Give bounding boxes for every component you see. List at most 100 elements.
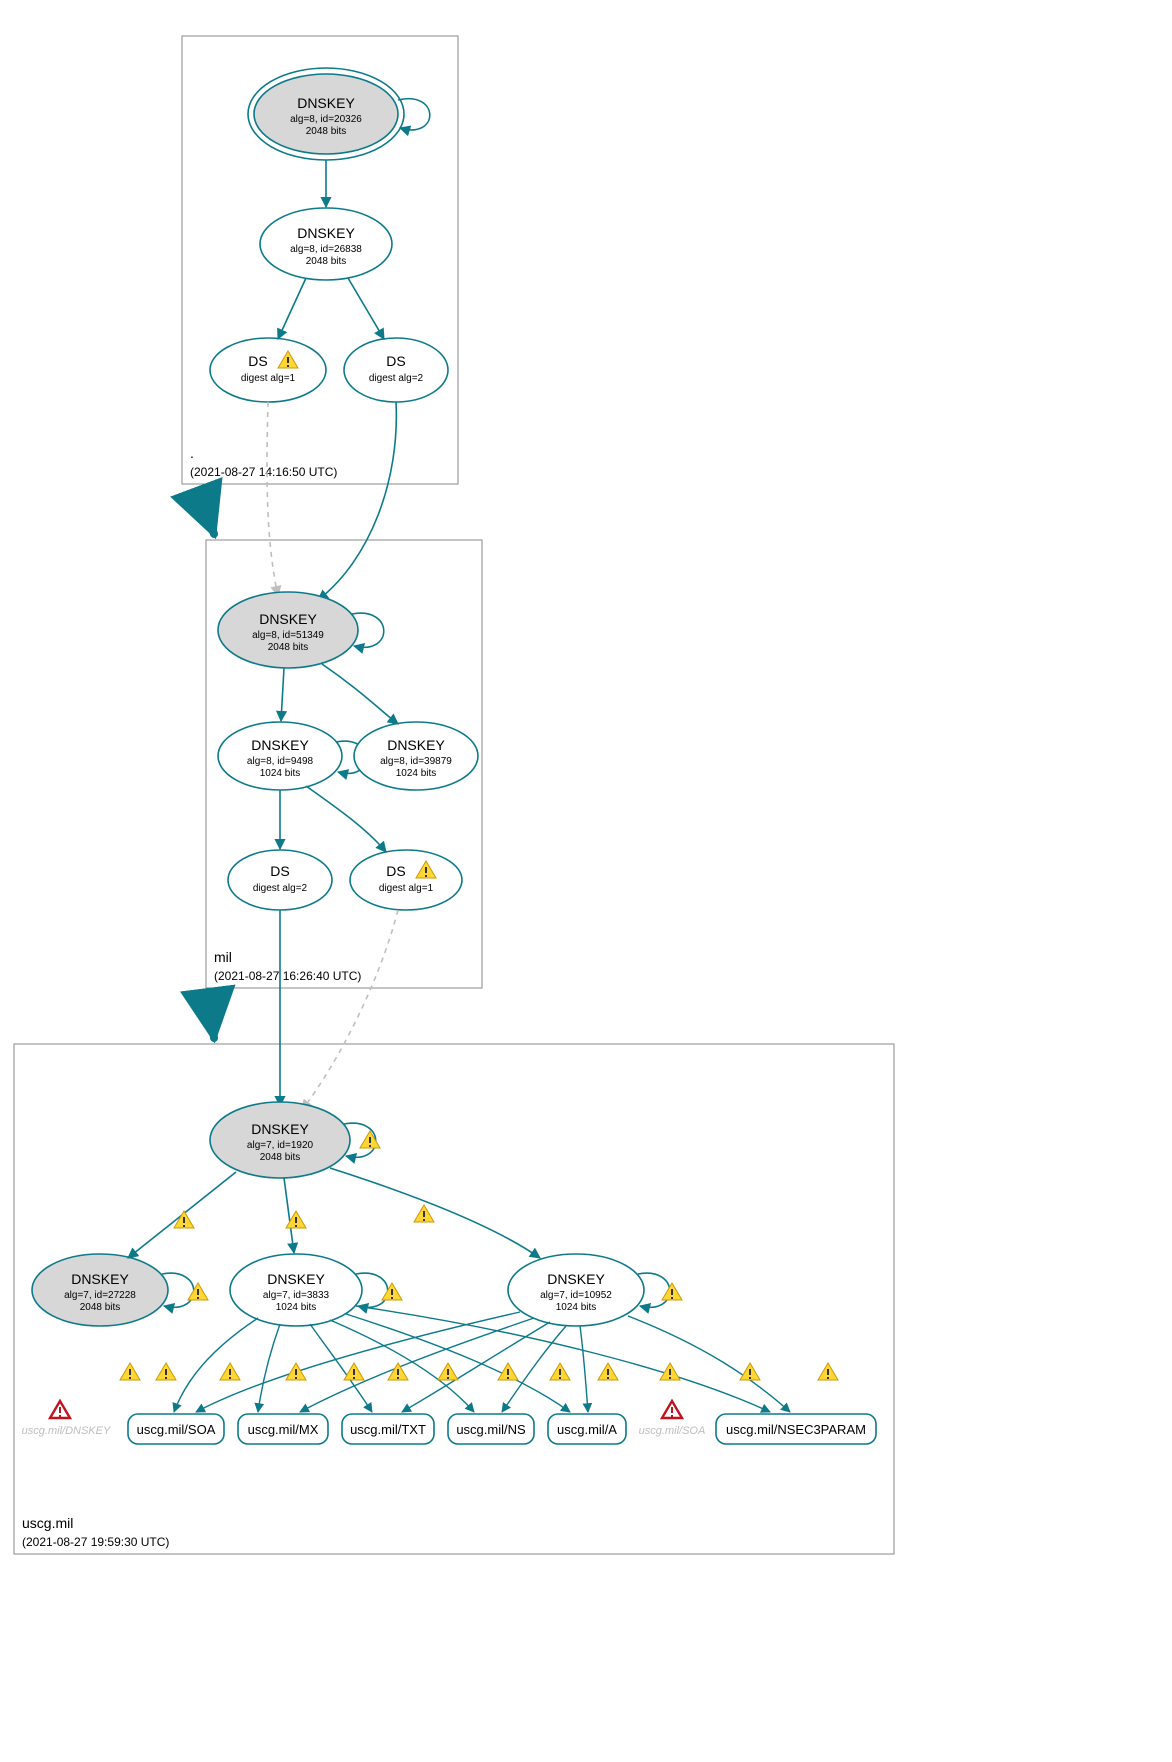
- label: digest alg=1: [241, 373, 296, 384]
- node-root-ksk[interactable]: DNSKEY alg=8, id=20326 2048 bits: [248, 68, 404, 160]
- label: alg=8, id=20326: [290, 114, 362, 125]
- node-mil-ds2[interactable]: DS digest alg=2: [228, 850, 332, 910]
- zone-label-uscg: uscg.mil: [22, 1515, 73, 1531]
- label: 2048 bits: [306, 256, 347, 267]
- label: DNSKEY: [251, 1121, 309, 1137]
- edge: [628, 1316, 790, 1412]
- node-uscg-k2[interactable]: DNSKEY alg=7, id=27228 2048 bits: [32, 1254, 168, 1326]
- label: digest alg=2: [369, 373, 424, 384]
- warning-icon: [818, 1363, 838, 1380]
- node-uscg-z1[interactable]: DNSKEY alg=7, id=3833 1024 bits: [230, 1254, 362, 1326]
- warning-icon: [382, 1283, 402, 1300]
- label: 1024 bits: [260, 768, 301, 779]
- warning-icon: [438, 1363, 458, 1380]
- label: DNSKEY: [297, 225, 355, 241]
- rr-ns[interactable]: uscg.mil/NS: [448, 1414, 534, 1444]
- edge: [322, 664, 398, 724]
- label: uscg.mil/TXT: [350, 1422, 426, 1437]
- label: uscg.mil/SOA: [137, 1422, 216, 1437]
- label: 1024 bits: [396, 768, 437, 779]
- label: uscg.mil/A: [557, 1422, 617, 1437]
- edge-dashed: [302, 910, 398, 1110]
- node-mil-ds1[interactable]: DS digest alg=1: [350, 850, 462, 910]
- node-uscg-z2[interactable]: DNSKEY alg=7, id=10952 1024 bits: [508, 1254, 644, 1326]
- label: 2048 bits: [268, 642, 309, 653]
- node-root-zsk[interactable]: DNSKEY alg=8, id=26838 2048 bits: [260, 208, 392, 280]
- label: 1024 bits: [556, 1302, 597, 1313]
- node-mil-ksk[interactable]: DNSKEY alg=8, id=51349 2048 bits: [218, 592, 358, 668]
- warning-icon: [286, 1363, 306, 1380]
- label: 2048 bits: [80, 1302, 121, 1313]
- error-icon: [50, 1401, 70, 1418]
- label: DNSKEY: [259, 611, 317, 627]
- edge: [318, 402, 396, 600]
- label: DS: [270, 863, 289, 879]
- rr-nsec3[interactable]: uscg.mil/NSEC3PARAM: [716, 1414, 876, 1444]
- label: DS: [248, 353, 267, 369]
- warning-icon: [388, 1363, 408, 1380]
- label: DNSKEY: [387, 737, 445, 753]
- error-icon: [662, 1401, 682, 1418]
- warning-icon: [156, 1363, 176, 1380]
- warning-icon: [740, 1363, 760, 1380]
- label: uscg.mil/NSEC3PARAM: [726, 1422, 866, 1437]
- label: alg=7, id=1920: [247, 1140, 314, 1151]
- warning-icon: [188, 1283, 208, 1300]
- node-mil-zsk1[interactable]: DNSKEY alg=8, id=9498 1024 bits: [218, 722, 342, 790]
- node-root-ds1[interactable]: DS digest alg=1: [210, 338, 326, 402]
- label: alg=8, id=26838: [290, 244, 362, 255]
- label: 1024 bits: [276, 1302, 317, 1313]
- warning-icon: [360, 1131, 380, 1148]
- edge: [278, 278, 306, 339]
- edge: [284, 1178, 294, 1253]
- warning-icon: [550, 1363, 570, 1380]
- rr-txt[interactable]: uscg.mil/TXT: [342, 1414, 434, 1444]
- edge: [580, 1326, 588, 1412]
- label: DS: [386, 353, 405, 369]
- label: DNSKEY: [71, 1271, 129, 1287]
- label: DS: [386, 863, 405, 879]
- label: DNSKEY: [251, 737, 309, 753]
- warning-icon: [344, 1363, 364, 1380]
- edge: [310, 1324, 372, 1412]
- warning-icon: [598, 1363, 618, 1380]
- warning-icon: [414, 1205, 434, 1222]
- label: uscg.mil/NS: [456, 1422, 526, 1437]
- faded-dnskey: uscg.mil/DNSKEY: [22, 1425, 111, 1437]
- node-uscg-ksk[interactable]: DNSKEY alg=7, id=1920 2048 bits: [210, 1102, 350, 1178]
- warning-icon: [120, 1363, 140, 1380]
- zone-arrow: [213, 990, 224, 1038]
- edge: [348, 278, 384, 339]
- zone-ts-root: (2021-08-27 14:16:50 UTC): [190, 465, 337, 479]
- edge: [174, 1318, 258, 1412]
- rr-mx[interactable]: uscg.mil/MX: [238, 1414, 328, 1444]
- node-mil-zsk2[interactable]: DNSKEY alg=8, id=39879 1024 bits: [354, 722, 478, 790]
- label: alg=7, id=27228: [64, 1290, 136, 1301]
- label: alg=8, id=39879: [380, 756, 452, 767]
- dnssec-graph: . (2021-08-27 14:16:50 UTC) DNSKEY alg=8…: [0, 0, 1172, 1762]
- label: DNSKEY: [297, 95, 355, 111]
- zone-ts-uscg: (2021-08-27 19:59:30 UTC): [22, 1535, 169, 1549]
- label: 2048 bits: [306, 126, 347, 137]
- label: uscg.mil/MX: [248, 1422, 319, 1437]
- label: alg=7, id=10952: [540, 1290, 612, 1301]
- label: digest alg=1: [379, 883, 434, 894]
- label: 2048 bits: [260, 1152, 301, 1163]
- label: DNSKEY: [547, 1271, 605, 1287]
- label: digest alg=2: [253, 883, 308, 894]
- edge: [281, 668, 284, 721]
- rr-a[interactable]: uscg.mil/A: [548, 1414, 626, 1444]
- label: DNSKEY: [267, 1271, 325, 1287]
- edge-dashed: [267, 402, 278, 596]
- zone-label-root: .: [190, 445, 194, 461]
- edge: [306, 786, 386, 852]
- warning-icon: [220, 1363, 240, 1380]
- zone-ts-mil: (2021-08-27 16:26:40 UTC): [214, 969, 361, 983]
- label: alg=7, id=3833: [263, 1290, 330, 1301]
- rr-soa[interactable]: uscg.mil/SOA: [128, 1414, 224, 1444]
- node-root-ds2[interactable]: DS digest alg=2: [344, 338, 448, 402]
- warning-icon: [662, 1283, 682, 1300]
- label: alg=8, id=51349: [252, 630, 324, 641]
- warning-icon: [498, 1363, 518, 1380]
- label: alg=8, id=9498: [247, 756, 314, 767]
